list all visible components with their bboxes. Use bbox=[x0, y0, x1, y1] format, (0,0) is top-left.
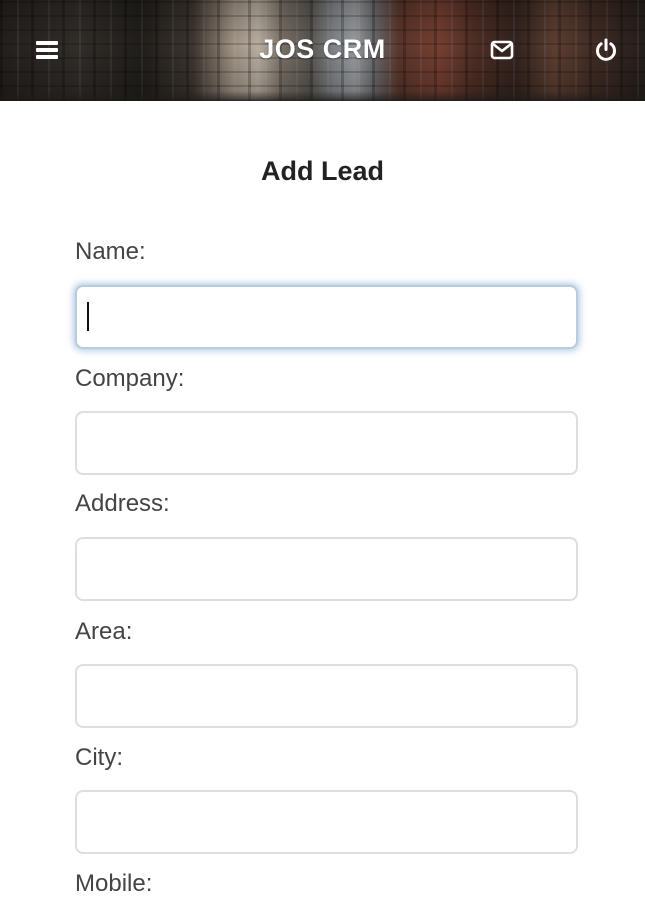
mobile-label: Mobile: bbox=[75, 870, 153, 897]
address-label: Address: bbox=[75, 490, 170, 517]
city-label: City: bbox=[75, 744, 123, 771]
area-label: Area: bbox=[75, 618, 133, 645]
address-input[interactable] bbox=[75, 537, 578, 601]
text-cursor bbox=[87, 302, 89, 331]
app-header: JOS CRM bbox=[0, 0, 645, 101]
name-label: Name: bbox=[75, 238, 146, 265]
company-input[interactable] bbox=[75, 411, 578, 475]
header-bottom-fade bbox=[0, 91, 645, 101]
app-title: JOS CRM bbox=[259, 34, 386, 64]
city-input[interactable] bbox=[75, 790, 578, 854]
power-icon[interactable] bbox=[593, 37, 619, 63]
company-label: Company: bbox=[75, 365, 185, 392]
page-title: Add Lead bbox=[260, 156, 384, 186]
name-input[interactable] bbox=[75, 285, 578, 349]
envelope-icon[interactable] bbox=[489, 37, 515, 63]
area-input[interactable] bbox=[75, 664, 578, 728]
